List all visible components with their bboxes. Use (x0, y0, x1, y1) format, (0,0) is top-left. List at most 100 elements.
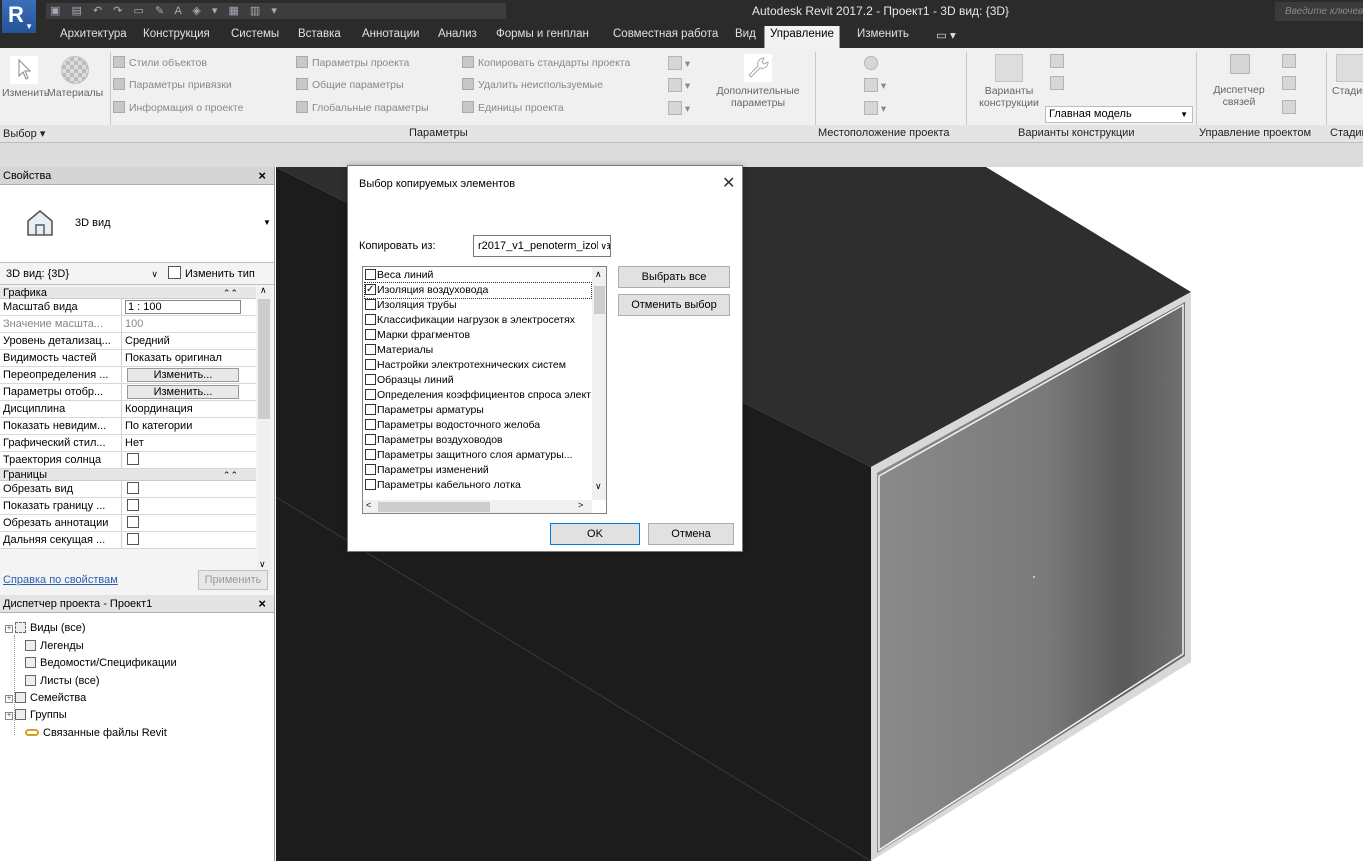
design-options-button[interactable]: Варианты конструкции (972, 54, 1046, 109)
scroll-up-icon[interactable]: ∧ (595, 269, 602, 280)
edit-type-button[interactable]: Изменить тип (168, 266, 255, 280)
tree-item-groups[interactable]: + Группы (5, 709, 67, 721)
search-input[interactable] (1275, 2, 1363, 21)
item-checkbox[interactable] (365, 389, 376, 400)
project-information-button[interactable]: Информация о проекте (113, 101, 243, 114)
tab-collaborate[interactable]: Совместная работа (613, 28, 718, 40)
list-item[interactable]: Изоляция трубы (365, 298, 591, 313)
item-checkbox[interactable] (365, 299, 376, 310)
tab-massing-site[interactable]: Формы и генплан (496, 28, 589, 40)
tab-annotate[interactable]: Аннотации (362, 28, 419, 40)
cancel-button[interactable]: Отмена (648, 523, 734, 545)
list-item[interactable]: Марки фрагментов (365, 328, 591, 343)
starting-view-button[interactable] (1282, 54, 1296, 68)
view-instance-select[interactable]: 3D вид: {3D} ∨ (2, 266, 162, 282)
quick-access-icons[interactable]: ▣ ▤ ↶ ↷ ▭ ✎ A ◈ ▾ ▦ ▥ ▾ (50, 5, 281, 17)
item-checkbox[interactable] (365, 404, 376, 415)
apply-button[interactable]: Применить (198, 570, 268, 590)
item-checkbox[interactable] (365, 479, 376, 490)
property-value[interactable]: Средний (122, 333, 256, 349)
scroll-up-icon[interactable]: ∧ (260, 285, 267, 296)
global-parameters-button[interactable]: Глобальные параметры (296, 101, 429, 114)
ok-button[interactable]: OK (550, 523, 640, 545)
item-checkbox[interactable] (365, 283, 376, 297)
expand-plus-icon[interactable]: + (5, 712, 13, 720)
scroll-thumb[interactable] (258, 299, 270, 419)
property-value[interactable]: Показать оригинал (122, 350, 256, 366)
item-checkbox[interactable] (365, 434, 376, 445)
add-to-set-button[interactable] (1050, 54, 1064, 68)
scroll-down-icon[interactable]: ∨ (595, 481, 602, 492)
list-item[interactable]: Изоляция воздуховода (364, 282, 592, 299)
edit-display-options-button[interactable]: Изменить... (127, 385, 239, 399)
position-dropdown[interactable]: ▾ (864, 101, 886, 115)
edit-overrides-button[interactable]: Изменить... (127, 368, 239, 382)
scroll-left-icon[interactable]: < (366, 500, 371, 510)
crop-view-checkbox[interactable] (127, 482, 139, 494)
project-units-button[interactable]: Единицы проекта (462, 101, 564, 114)
properties-scrollbar[interactable]: ∧ ∨ (257, 285, 271, 577)
location-button[interactable] (864, 56, 878, 70)
structural-settings-dropdown[interactable]: ▾ (668, 101, 690, 115)
group-extents[interactable]: Границы ⌃⌃ (0, 469, 256, 481)
phases-button[interactable]: Стадии (1330, 54, 1363, 97)
snaps-button[interactable]: Параметры привязки (113, 78, 232, 91)
coordinates-dropdown[interactable]: ▾ (864, 78, 886, 92)
list-item[interactable]: Параметры изменений (365, 463, 591, 478)
type-selector[interactable]: 3D вид ▼ (0, 185, 274, 263)
tree-item-views[interactable]: + Виды (все) (5, 622, 86, 634)
item-checkbox[interactable] (365, 374, 376, 385)
list-item[interactable]: Классификации нагрузок в электросетях (365, 313, 591, 328)
crop-region-visible-checkbox[interactable] (127, 499, 139, 511)
list-item[interactable]: Веса линий (365, 268, 591, 283)
shared-parameters-button[interactable]: Общие параметры (296, 78, 404, 91)
tab-view[interactable]: Вид (735, 28, 756, 40)
annotation-crop-checkbox[interactable] (127, 516, 139, 528)
modify-button[interactable]: Изменить (2, 56, 49, 99)
quick-access-toolbar[interactable]: ▣ ▤ ↶ ↷ ▭ ✎ A ◈ ▾ ▦ ▥ ▾ (46, 3, 506, 19)
chevron-down-icon[interactable]: ▼ (263, 218, 271, 227)
property-value[interactable]: Координация (122, 401, 256, 417)
pick-to-edit-button[interactable] (1050, 76, 1064, 90)
application-menu-button[interactable]: R ▼ (2, 0, 36, 33)
purge-unused-button[interactable]: Удалить неиспользуемые (462, 78, 603, 91)
close-icon[interactable]: × (258, 595, 266, 613)
list-item[interactable]: Материалы (365, 343, 591, 358)
scroll-right-icon[interactable]: > (578, 500, 583, 510)
list-item[interactable]: Параметры водосточного желоба (365, 418, 591, 433)
list-item[interactable]: Образцы линий (365, 373, 591, 388)
tab-architecture[interactable]: Архитектура (60, 28, 127, 40)
property-value[interactable]: Нет (122, 435, 256, 451)
scroll-thumb[interactable] (594, 286, 605, 314)
materials-button[interactable]: Материалы (47, 56, 103, 99)
tree-item-revit-links[interactable]: Связанные файлы Revit (25, 727, 167, 739)
tab-manage[interactable]: Управление (764, 26, 840, 48)
scroll-thumb[interactable] (378, 502, 490, 512)
properties-help-link[interactable]: Справка по свойствам (3, 574, 118, 586)
group-graphics[interactable]: Графика ⌃⌃ (0, 287, 256, 299)
tree-item-families[interactable]: + Семейства (5, 692, 86, 704)
item-checkbox[interactable] (365, 269, 376, 280)
item-checkbox[interactable] (365, 314, 376, 325)
list-horizontal-scrollbar[interactable]: < > (363, 500, 592, 513)
list-vertical-scrollbar[interactable]: ∧ ∨ (592, 267, 606, 500)
close-icon[interactable]: ✕ (722, 173, 735, 193)
select-all-button[interactable]: Выбрать все (618, 266, 730, 288)
item-checkbox[interactable] (365, 419, 376, 430)
item-checkbox[interactable] (365, 344, 376, 355)
tab-analyze[interactable]: Анализ (438, 28, 477, 40)
tree-item-legends[interactable]: Легенды (25, 640, 84, 652)
panel-schedule-dropdown[interactable]: ▾ (668, 78, 690, 92)
item-checkbox[interactable] (365, 329, 376, 340)
view-scale-input[interactable]: 1 : 100 (125, 300, 241, 314)
manage-links-button[interactable]: Диспетчер связей (1207, 84, 1271, 108)
copy-from-select[interactable]: r2017_v1_penoterm_izolyatcija ∨ (473, 235, 611, 257)
object-styles-button[interactable]: Стили объектов (113, 56, 207, 69)
design-option-select[interactable]: Главная модель ▼ (1045, 106, 1193, 123)
item-checkbox[interactable] (365, 359, 376, 370)
item-checkbox[interactable] (365, 464, 376, 475)
additional-settings-button[interactable]: Дополнительные параметры (704, 54, 812, 109)
scroll-down-icon[interactable]: ∨ (259, 559, 266, 570)
tab-insert[interactable]: Вставка (298, 28, 341, 40)
expand-plus-icon[interactable]: + (5, 625, 13, 633)
